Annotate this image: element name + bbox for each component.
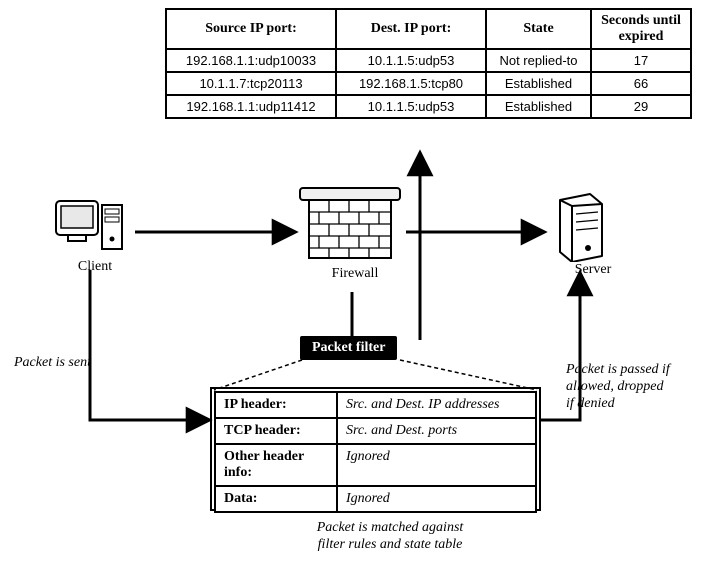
diagram-stage: Source IP port: Dest. IP port: State Sec… bbox=[0, 0, 722, 582]
packet-row-label: Data: bbox=[215, 486, 337, 512]
packet-table: IP header: Src. and Dest. IP addresses T… bbox=[214, 391, 537, 513]
packet-filter-tag: Packet filter bbox=[300, 336, 397, 360]
packet-row-label: TCP header: bbox=[215, 418, 337, 444]
cell-ttl: 29 bbox=[591, 95, 691, 118]
cell-src: 192.168.1.1:udp10033 bbox=[166, 49, 336, 72]
packet-row-value: Ignored bbox=[337, 486, 536, 512]
cell-ttl: 66 bbox=[591, 72, 691, 95]
state-row: 10.1.1.7:tcp20113 192.168.1.5:tcp80 Esta… bbox=[166, 72, 691, 95]
cell-dst: 192.168.1.5:tcp80 bbox=[336, 72, 486, 95]
packet-row: IP header: Src. and Dest. IP addresses bbox=[215, 392, 536, 418]
cell-dst: 10.1.1.5:udp53 bbox=[336, 49, 486, 72]
firewall-brick-wall-icon bbox=[295, 186, 405, 266]
cell-ttl: 17 bbox=[591, 49, 691, 72]
state-table: Source IP port: Dest. IP port: State Sec… bbox=[165, 8, 692, 119]
client-label: Client bbox=[50, 259, 140, 276]
cell-state: Established bbox=[486, 95, 591, 118]
state-table-wrap: Source IP port: Dest. IP port: State Sec… bbox=[165, 8, 692, 119]
cell-src: 192.168.1.1:udp11412 bbox=[166, 95, 336, 118]
state-row: 192.168.1.1:udp11412 10.1.1.5:udp53 Esta… bbox=[166, 95, 691, 118]
cell-dst: 10.1.1.5:udp53 bbox=[336, 95, 486, 118]
packet-row-value: Src. and Dest. IP addresses bbox=[337, 392, 536, 418]
state-row: 192.168.1.1:udp10033 10.1.1.5:udp53 Not … bbox=[166, 49, 691, 72]
caption-matched: Packet is matched against filter rules a… bbox=[260, 520, 520, 554]
packet-row-label: IP header: bbox=[215, 392, 337, 418]
packet-row: TCP header: Src. and Dest. ports bbox=[215, 418, 536, 444]
cell-src: 10.1.1.7:tcp20113 bbox=[166, 72, 336, 95]
packet-row-value: Ignored bbox=[337, 444, 536, 486]
firewall-node: Firewall bbox=[295, 186, 415, 283]
col-source-ip: Source IP port: bbox=[166, 9, 336, 49]
packet-row: Other header info: Ignored bbox=[215, 444, 536, 486]
server-node: Server bbox=[548, 192, 638, 279]
caption-packet-passed: Packet is passed if allowed, dropped if … bbox=[566, 362, 716, 412]
col-state: State bbox=[486, 9, 591, 49]
cell-state: Established bbox=[486, 72, 591, 95]
state-table-body: 192.168.1.1:udp10033 10.1.1.5:udp53 Not … bbox=[166, 49, 691, 118]
col-dest-ip: Dest. IP port: bbox=[336, 9, 486, 49]
cell-state: Not replied-to bbox=[486, 49, 591, 72]
caption-packet-sent: Packet is sent bbox=[14, 355, 91, 372]
firewall-label: Firewall bbox=[295, 266, 415, 283]
client-node: Client bbox=[50, 195, 140, 276]
packet-row-label: Other header info: bbox=[215, 444, 337, 486]
server-tower-icon bbox=[548, 192, 608, 262]
client-computer-icon bbox=[50, 195, 128, 259]
packet-table-wrap: IP header: Src. and Dest. IP addresses T… bbox=[214, 391, 537, 513]
server-label: Server bbox=[548, 262, 638, 279]
state-table-header-row: Source IP port: Dest. IP port: State Sec… bbox=[166, 9, 691, 49]
col-ttl: Seconds until expired bbox=[591, 9, 691, 49]
packet-row-value: Src. and Dest. ports bbox=[337, 418, 536, 444]
packet-row: Data: Ignored bbox=[215, 486, 536, 512]
